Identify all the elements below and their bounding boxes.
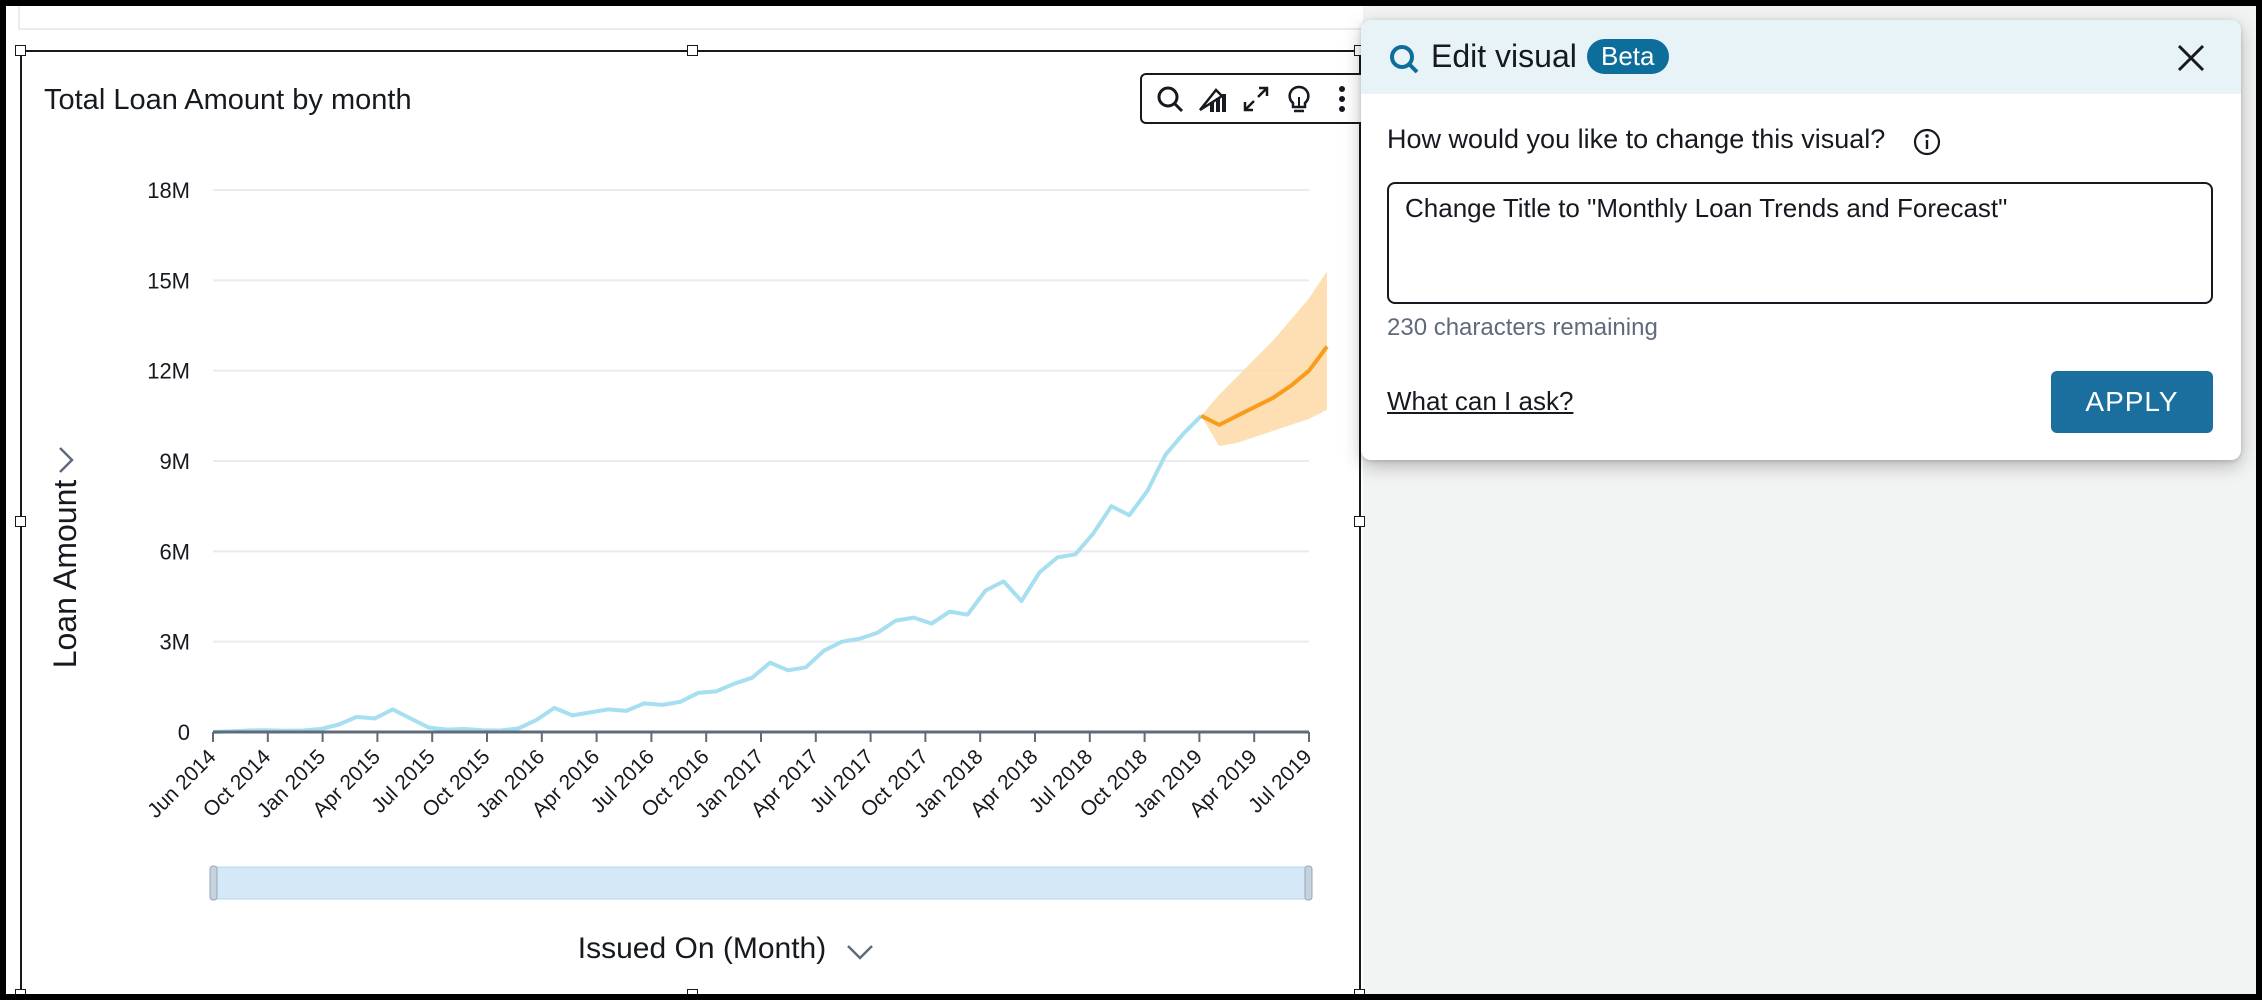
resize-handle-bottom[interactable] [687,989,698,1000]
resize-handle-top-left[interactable] [15,45,26,56]
y-tick-label: 3M [159,630,190,655]
actual-series-line[interactable] [212,414,1203,734]
visual-toolbar [1140,73,1372,124]
chevron-down-icon[interactable] [847,945,873,960]
edit-prompt-input[interactable]: Change Title to "Monthly Loan Trends and… [1387,182,2213,304]
panel-title: Edit visual [1431,38,1577,74]
forecast-confidence-band [1201,271,1327,446]
insight-bulb-icon [1288,85,1310,112]
chevron-right-icon[interactable] [59,447,74,473]
search-icon [1157,86,1183,112]
resize-handle-top[interactable] [687,45,698,56]
search-button[interactable] [1150,79,1190,119]
prompt-question-label: How would you like to change this visual… [1387,124,1886,154]
edit-visual-panel: Edit visual Beta How would you like to c… [1361,20,2241,460]
more-options-button[interactable] [1322,79,1362,119]
format-chart-icon [1198,87,1226,112]
beta-badge: Beta [1587,39,1669,74]
line-chart-visual[interactable]: Total Loan Amount by month 0 3M 6M 9M 12M 15M… [15,45,1372,1000]
characters-remaining: 230 characters remaining [1387,314,1658,341]
expand-button[interactable] [1236,79,1276,119]
info-icon[interactable] [1911,126,1943,158]
y-tick-label: 0 [178,720,190,745]
q-search-icon [1390,45,1419,74]
resize-handle-right[interactable] [1354,516,1365,527]
resize-handle-bottom-right[interactable] [1354,989,1365,1000]
y-tick-label: 15M [147,268,190,293]
y-tick-label: 18M [147,178,190,203]
y-tick-label: 9M [159,449,190,474]
format-visual-button[interactable] [1193,79,1233,119]
insights-button[interactable] [1279,79,1319,119]
range-slider[interactable] [209,865,1313,901]
resize-handle-left[interactable] [15,516,26,527]
panel-header: Edit visual Beta [1361,20,2241,94]
apply-button[interactable]: APPLY [2051,371,2213,433]
what-can-i-ask-link[interactable]: What can I ask? [1387,386,1573,417]
y-tick-label: 6M [159,539,190,564]
more-options-icon [1339,85,1346,112]
x-axis-field-label[interactable]: Issued On (Month) [578,932,826,965]
range-slider-right-handle[interactable] [1304,865,1313,901]
close-icon[interactable] [2173,40,2209,76]
expand-icon [1243,86,1269,111]
adjacent-visual-edge [18,6,1402,30]
y-axis-label[interactable]: Loan Amount [47,480,83,669]
resize-handle-bottom-left[interactable] [15,989,26,1000]
range-slider-left-handle[interactable] [209,865,218,901]
y-tick-label: 12M [147,359,190,384]
chart-area: 03M6M9M12M15M18M Jun 2014Oct 2014Jan 201… [47,178,1329,965]
